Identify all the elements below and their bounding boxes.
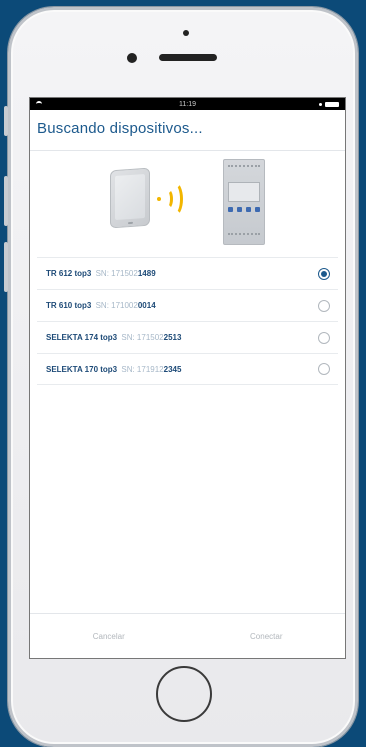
- device-label: SELEKTA 170 top3 SN: 1719122345: [46, 365, 181, 374]
- action-bar: Cancelar Conectar: [30, 613, 345, 658]
- device-radio[interactable]: [318, 331, 330, 344]
- device-name: SELEKTA 174 top3: [46, 333, 118, 342]
- device-name: SELEKTA 170 top3: [46, 364, 118, 374]
- device-terminals-top: [228, 165, 260, 173]
- device-serial-prefix: SN: 171002: [95, 301, 138, 310]
- volume-down-button: [4, 176, 8, 226]
- page-header: Buscando dispositivos...: [30, 110, 345, 151]
- device-label: TR 612 top3 SN: 1715021489: [46, 269, 156, 278]
- device-key: [237, 207, 242, 212]
- device-name: TR 610 top3: [46, 301, 92, 310]
- device-row-selekta-174[interactable]: SELEKTA 174 top3 SN: 1715022513: [37, 321, 338, 353]
- tablet-icon: [110, 167, 150, 229]
- device-row-tr-612[interactable]: TR 612 top3 SN: 1715021489: [37, 257, 338, 289]
- device-serial-prefix: SN: 171912: [121, 364, 164, 374]
- device-row-selekta-170[interactable]: SELEKTA 170 top3 SN: 1719122345: [37, 353, 338, 385]
- device-keys: [228, 207, 260, 212]
- mute-switch: [4, 242, 8, 292]
- pairing-illustration: [30, 151, 345, 257]
- device-serial-suffix: 1489: [137, 269, 156, 278]
- tablet-screen: [115, 173, 145, 221]
- timer-switch-device-icon: [223, 159, 265, 245]
- device-serial-suffix: 2345: [163, 364, 182, 374]
- device-serial-suffix: 2513: [163, 333, 182, 342]
- status-time: 11:19: [179, 100, 196, 108]
- device-key: [255, 207, 260, 212]
- device-radio-selected[interactable]: [318, 267, 330, 280]
- device-key: [246, 207, 251, 212]
- device-serial-prefix: SN: 171502: [121, 333, 164, 342]
- signal-dot: [157, 197, 161, 201]
- device-display: [228, 182, 260, 202]
- device-serial-prefix: SN: 171502: [95, 269, 138, 278]
- connect-button[interactable]: Conectar: [188, 614, 346, 658]
- status-bar: 11:19: [30, 98, 345, 110]
- device-label: TR 610 top3 SN: 1710020014: [46, 301, 156, 310]
- tablet-home-button: [128, 221, 133, 225]
- device-label: SELEKTA 174 top3 SN: 1715022513: [46, 333, 181, 342]
- device-name: TR 612 top3: [46, 269, 92, 278]
- device-list: TR 612 top3 SN: 1715021489 TR 610 top3 S…: [30, 257, 345, 385]
- cancel-button[interactable]: Cancelar: [30, 614, 188, 658]
- proximity-sensor: [183, 30, 189, 36]
- device-serial-suffix: 0014: [137, 301, 156, 310]
- device-key: [228, 207, 233, 212]
- front-camera: [127, 53, 137, 63]
- device-row-tr-610[interactable]: TR 610 top3 SN: 1710020014: [37, 289, 338, 321]
- device-radio[interactable]: [318, 299, 330, 312]
- app-screen: 11:19 Buscando dispositivos... TR 612 to…: [29, 97, 346, 659]
- home-button[interactable]: [156, 666, 212, 722]
- device-terminals-bottom: [228, 233, 260, 241]
- volume-up-button: [4, 106, 8, 136]
- device-radio[interactable]: [318, 363, 330, 375]
- signal-waves-icon: [167, 182, 183, 216]
- page-title: Buscando dispositivos...: [37, 120, 203, 137]
- earpiece-speaker: [159, 54, 217, 61]
